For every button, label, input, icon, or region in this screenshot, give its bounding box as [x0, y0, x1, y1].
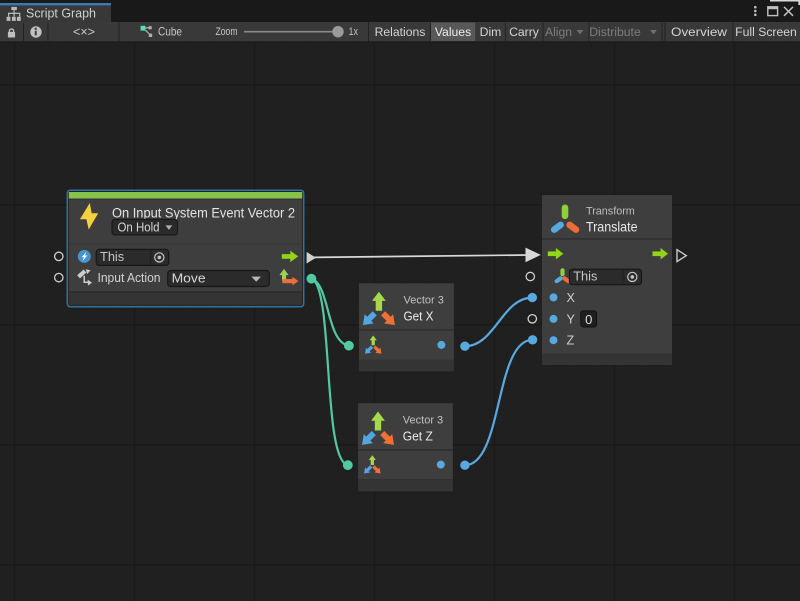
svg-text:On Hold: On Hold	[118, 220, 160, 234]
svg-text:Move: Move	[172, 271, 206, 286]
svg-text:This: This	[100, 249, 124, 264]
svg-text:Relations: Relations	[375, 25, 426, 39]
svg-text:This: This	[573, 269, 597, 284]
svg-text:Get X: Get X	[404, 309, 434, 324]
svg-text:Translate: Translate	[586, 219, 638, 235]
svg-text:<×>: <×>	[73, 25, 95, 39]
svg-text:Zoom: Zoom	[216, 26, 238, 38]
svg-text:Values: Values	[435, 25, 471, 39]
svg-text:Vector 3: Vector 3	[404, 295, 444, 307]
svg-text:Vector 3: Vector 3	[403, 415, 443, 427]
svg-text:Get Z: Get Z	[403, 429, 433, 444]
svg-text:Z: Z	[567, 334, 575, 348]
svg-text:Align: Align	[545, 25, 572, 39]
svg-text:0: 0	[585, 312, 592, 327]
svg-text:Dim: Dim	[480, 25, 502, 39]
svg-text:Full Screen: Full Screen	[735, 25, 797, 39]
svg-text:Script Graph: Script Graph	[26, 6, 96, 20]
svg-text:On Input System Event Vector 2: On Input System Event Vector 2	[112, 206, 295, 221]
svg-text:Carry: Carry	[509, 25, 540, 39]
svg-text:Overview: Overview	[671, 25, 727, 39]
svg-text:Transform: Transform	[586, 206, 635, 218]
svg-text:Y: Y	[567, 312, 576, 326]
svg-text:Input Action: Input Action	[98, 270, 161, 285]
svg-text:X: X	[567, 291, 576, 305]
svg-text:Distribute: Distribute	[589, 25, 641, 39]
svg-text:1x: 1x	[349, 26, 359, 38]
svg-text:Cube: Cube	[158, 25, 182, 39]
